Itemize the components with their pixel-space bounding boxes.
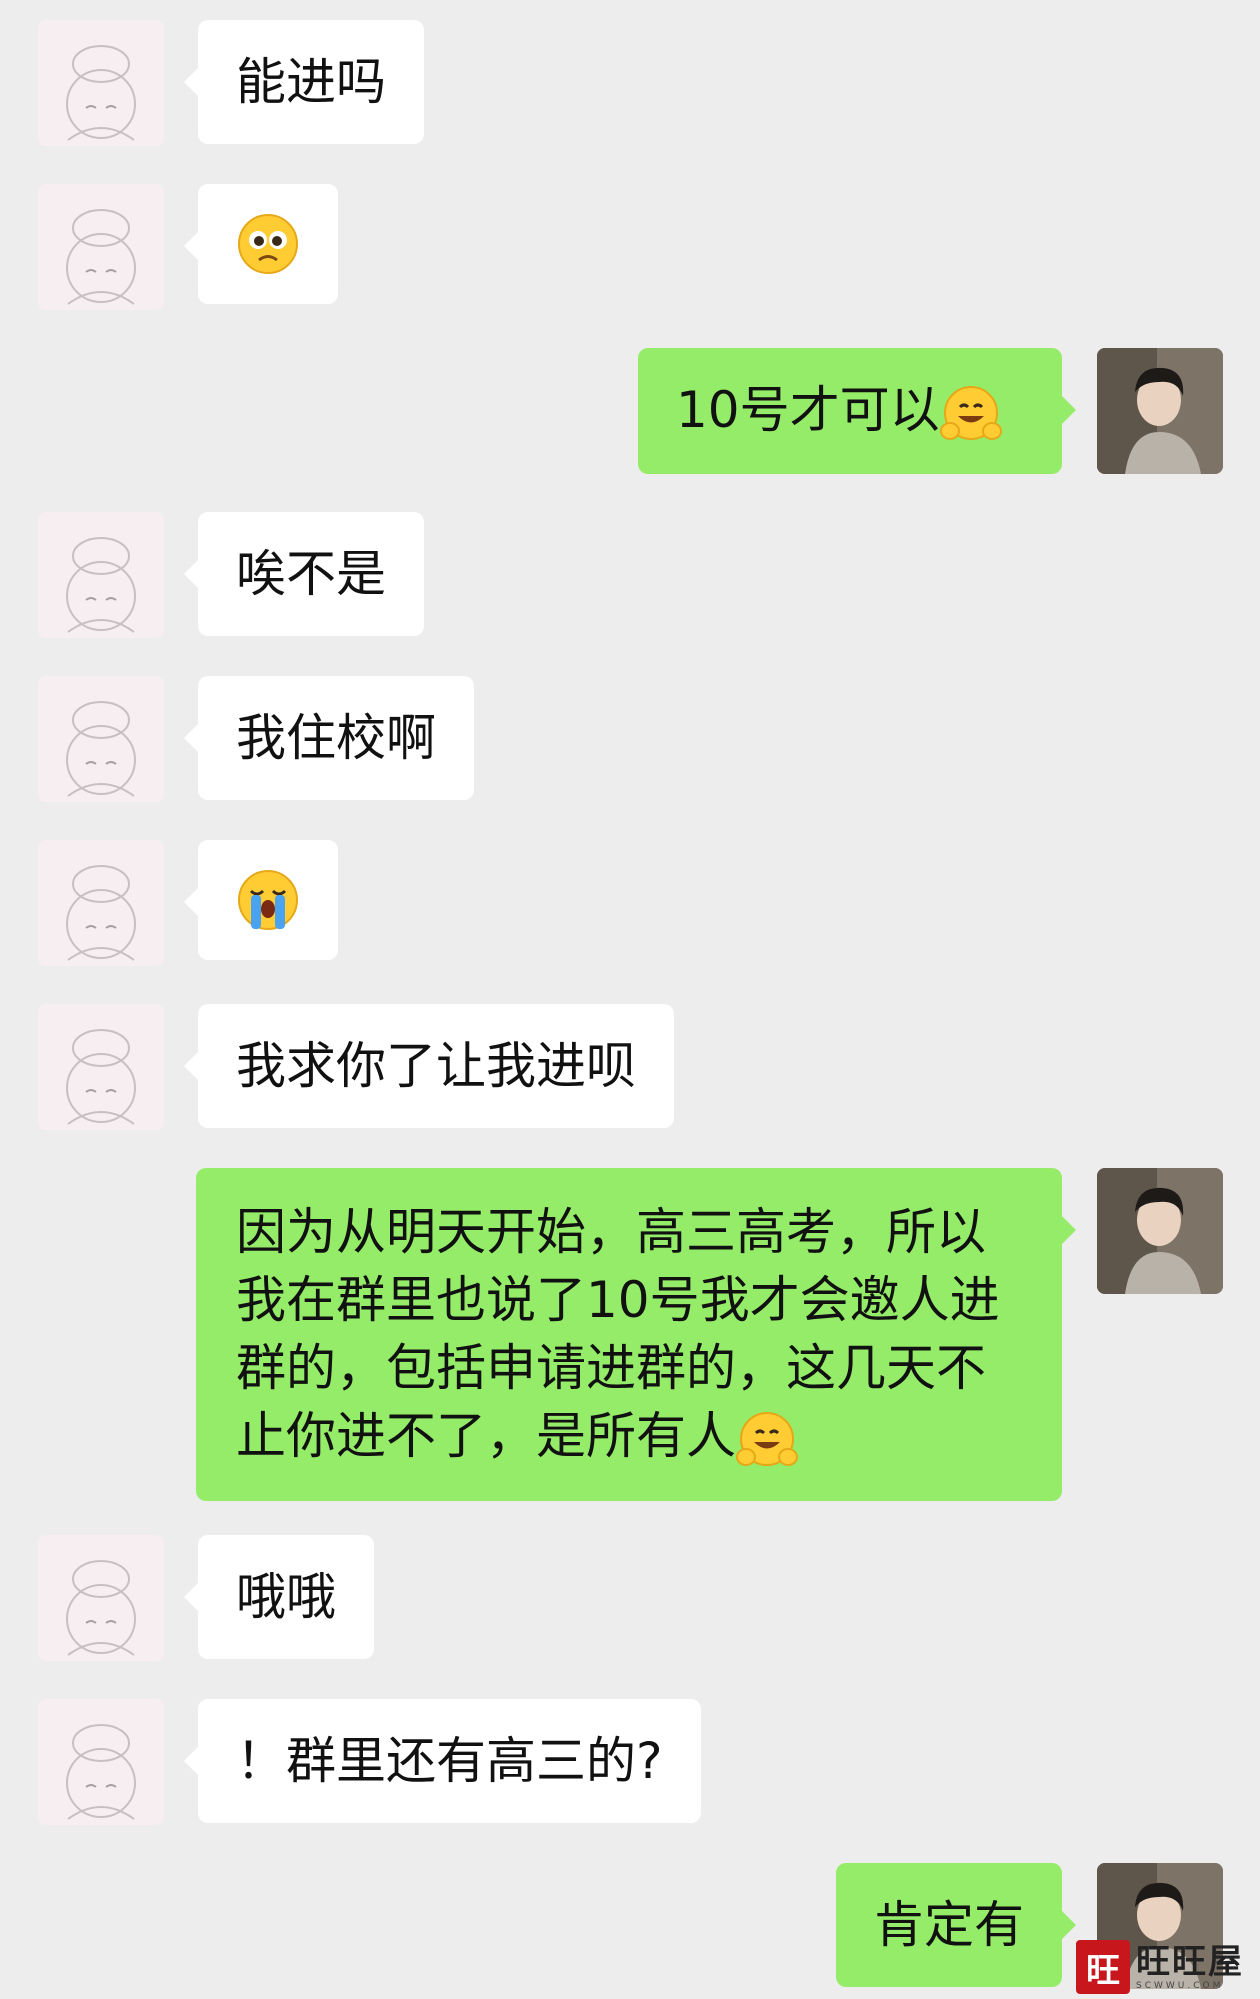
site-watermark: 旺 旺旺屋 SCWWU.COM xyxy=(1076,1939,1254,1995)
message-bubble-incoming[interactable]: 哦哦 xyxy=(184,1535,374,1659)
message-bubble-incoming[interactable] xyxy=(184,184,338,304)
loudly-crying-face-icon xyxy=(238,870,298,930)
message-text: 我住校啊 xyxy=(236,709,436,767)
contact-avatar[interactable] xyxy=(38,1699,164,1825)
message-bubble-outgoing[interactable]: 因为从明天开始，高三高考，所以我在群里也说了10号我才会邀人进群的，包括申请进群… xyxy=(196,1168,1076,1501)
my-avatar[interactable] xyxy=(1097,348,1223,474)
message-text: 能进吗 xyxy=(236,53,386,111)
message-bubble-incoming[interactable]: 我住校啊 xyxy=(184,676,474,800)
contact-avatar[interactable] xyxy=(38,184,164,310)
watermark-seal-logo: 旺 xyxy=(1076,1940,1130,1994)
contact-avatar[interactable] xyxy=(38,840,164,966)
message-text: 肯定有 xyxy=(874,1896,1024,1954)
contact-avatar[interactable] xyxy=(38,512,164,638)
contact-avatar[interactable] xyxy=(38,1004,164,1130)
message-bubble-outgoing[interactable]: 10号才可以 xyxy=(638,348,1076,474)
my-avatar[interactable] xyxy=(1097,1168,1223,1294)
watermark-url-text: SCWWU.COM xyxy=(1136,1981,1224,1991)
message-bubble-incoming[interactable] xyxy=(184,840,338,960)
message-bubble-incoming[interactable]: 能进吗 xyxy=(184,20,424,144)
watermark-main-text: 旺旺屋 xyxy=(1136,1942,1244,1982)
contact-avatar[interactable] xyxy=(38,1535,164,1661)
chat-view: 能进吗 10号才可以 唉不是 我住校啊 我求你了让我进呗 因为从明天开始，高三高… xyxy=(0,0,1260,1999)
message-bubble-outgoing[interactable]: 肯定有 xyxy=(836,1863,1076,1987)
message-bubble-incoming[interactable]: ！群里还有高三的? xyxy=(184,1699,701,1823)
message-bubble-incoming[interactable]: 唉不是 xyxy=(184,512,424,636)
smiling-hands-icon xyxy=(939,385,1002,440)
message-bubble-incoming[interactable]: 我求你了让我进呗 xyxy=(184,1004,674,1128)
smiling-hands-icon xyxy=(736,1411,798,1466)
message-text: ！群里还有高三的? xyxy=(236,1732,663,1790)
message-text: 我求你了让我进呗 xyxy=(236,1037,636,1095)
contact-avatar[interactable] xyxy=(38,676,164,802)
watermark-text: 旺旺屋 SCWWU.COM xyxy=(1136,1943,1244,1991)
message-text: 因为从明天开始，高三高考，所以我在群里也说了10号我才会邀人进群的，包括申请进群… xyxy=(236,1203,1000,1465)
pleading-face-icon xyxy=(238,214,298,274)
contact-avatar[interactable] xyxy=(38,20,164,146)
message-text: 唉不是 xyxy=(236,545,386,603)
message-text: 哦哦 xyxy=(236,1568,336,1626)
message-text: 10号才可以 xyxy=(676,381,940,439)
